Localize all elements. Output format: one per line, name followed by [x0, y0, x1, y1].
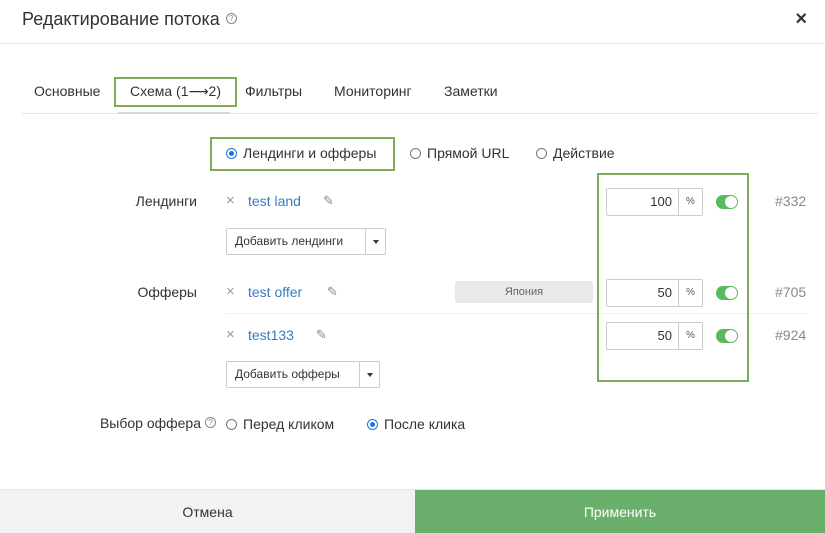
tab-notes[interactable]: Заметки	[444, 78, 498, 108]
edit-landing-pencil-icon[interactable]: ✎	[323, 193, 334, 209]
tab-filters[interactable]: Фильтры	[245, 78, 302, 108]
landing-enabled-toggle[interactable]	[716, 195, 738, 209]
dialog-title: Редактирование потока?	[22, 9, 237, 30]
landing-id: #332	[775, 193, 807, 209]
offer-link[interactable]: test133	[248, 327, 294, 343]
add-offers-button[interactable]: Добавить офферы	[226, 361, 380, 388]
radio-label: Прямой URL	[427, 145, 510, 161]
add-landings-label: Добавить лендинги	[235, 234, 344, 248]
remove-landing-icon[interactable]: ×	[226, 192, 235, 209]
radio-before-click[interactable]: Перед кликом	[226, 416, 334, 432]
help-icon[interactable]: ?	[225, 12, 237, 24]
tab-monitoring[interactable]: Мониторинг	[334, 78, 412, 108]
active-tab-indicator	[118, 112, 230, 114]
dialog-footer: Отмена Применить	[0, 489, 825, 533]
radio-after-click[interactable]: После клика	[367, 416, 465, 432]
cancel-button[interactable]: Отмена	[0, 490, 415, 533]
divider	[226, 313, 808, 314]
offer-enabled-toggle[interactable]	[716, 329, 738, 343]
offer-id: #705	[775, 284, 807, 300]
weight-unit: %	[678, 280, 702, 306]
radio-landings-and-offers[interactable]: Лендинги и офферы	[226, 145, 376, 161]
weight-value: 100	[650, 194, 672, 209]
edit-offer-pencil-icon[interactable]: ✎	[316, 327, 327, 343]
dialog-title-text: Редактирование потока	[22, 9, 220, 29]
tab-general[interactable]: Основные	[34, 78, 100, 108]
weight-unit: %	[678, 189, 702, 215]
add-offers-label: Добавить офферы	[235, 367, 340, 381]
radio-direct-url[interactable]: Прямой URL	[410, 145, 509, 161]
edit-offer-pencil-icon[interactable]: ✎	[327, 284, 338, 300]
offer-weight-input[interactable]: 50 %	[606, 279, 703, 307]
radio-button-icon	[367, 418, 378, 430]
remove-offer-icon[interactable]: ×	[226, 326, 235, 343]
country-badge: Япония	[455, 281, 593, 303]
tab-bar: Основные Схема (1⟶2) Фильтры Мониторинг …	[22, 78, 818, 114]
add-landings-button[interactable]: Добавить лендинги	[226, 228, 386, 255]
radio-label: После клика	[384, 416, 466, 432]
radio-button-icon	[536, 147, 547, 159]
radio-action[interactable]: Действие	[536, 145, 615, 161]
landing-link[interactable]: test land	[248, 193, 301, 209]
remove-offer-icon[interactable]: ×	[226, 283, 235, 300]
weight-unit: %	[678, 323, 702, 349]
offer-selection-label: Выбор оффера?	[76, 415, 216, 431]
close-icon[interactable]: ×	[795, 8, 807, 31]
radio-button-icon	[410, 147, 421, 159]
chevron-down-icon[interactable]	[365, 229, 385, 254]
apply-button[interactable]: Применить	[415, 490, 825, 533]
offer-weight-input[interactable]: 50 %	[606, 322, 703, 350]
landings-label: Лендинги	[135, 193, 197, 209]
offers-label: Офферы	[137, 284, 197, 300]
dialog-header: Редактирование потока? ×	[0, 0, 825, 44]
help-icon[interactable]: ?	[205, 416, 216, 428]
landing-weight-input[interactable]: 100 %	[606, 188, 703, 216]
offer-enabled-toggle[interactable]	[716, 286, 738, 300]
weight-value: 50	[657, 328, 672, 343]
chevron-down-icon[interactable]	[359, 362, 379, 387]
radio-label: Перед кликом	[243, 416, 335, 432]
radio-label: Действие	[553, 145, 615, 161]
radio-button-icon	[226, 147, 237, 159]
tab-scheme[interactable]: Схема (1⟶2)	[130, 78, 221, 108]
radio-label: Лендинги и офферы	[243, 145, 377, 161]
offer-selection-label-text: Выбор оффера	[99, 415, 201, 431]
offer-id: #924	[775, 327, 807, 343]
weight-value: 50	[657, 285, 672, 300]
radio-button-icon	[226, 418, 237, 430]
offer-link[interactable]: test offer	[248, 284, 302, 300]
